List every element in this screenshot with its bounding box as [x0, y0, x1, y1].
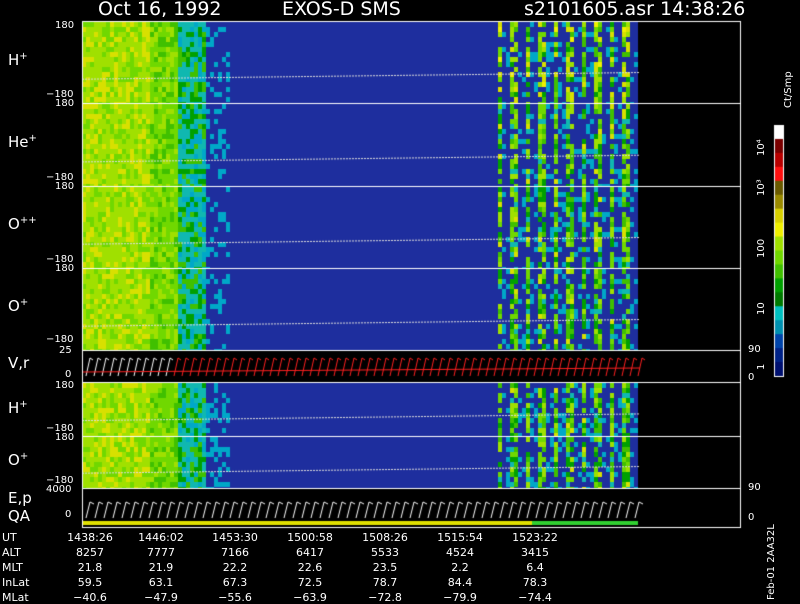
ephemeris-value: 7777	[147, 546, 175, 559]
ephemeris-value: 2.2	[451, 561, 469, 574]
colorbar-label: 1	[756, 363, 767, 370]
tick-label: 180	[55, 380, 75, 391]
ephemeris-label-alt: ALT	[2, 546, 21, 559]
ephemeris-value: −55.6	[218, 591, 252, 604]
tick-label: 0	[65, 369, 72, 380]
panel-label-h-plus: H+	[8, 51, 28, 69]
tick-label: 180	[55, 20, 75, 31]
header-time: 14:38:26	[660, 0, 746, 20]
ephemeris-value: −74.4	[518, 591, 552, 604]
right-tick-label: 90	[748, 344, 761, 355]
ephemeris-label-ut: UT	[2, 531, 17, 544]
colorbar-label: 10⁴	[756, 139, 767, 156]
tick-label: 25	[59, 345, 72, 356]
ephemeris-value: 1508:26	[362, 531, 408, 544]
ephemeris-label-mlat: MLat	[2, 591, 29, 604]
colorbar-unit: Ct/Smp	[783, 71, 794, 108]
ephemeris-value: 23.5	[372, 561, 398, 574]
ephemeris-value: 21.8	[77, 561, 103, 574]
panel-label-o-plusplus: O++	[8, 215, 37, 233]
ephemeris-value: 1446:02	[138, 531, 184, 544]
colorbar-label: 10³	[756, 179, 767, 196]
ephemeris-value: −63.9	[293, 591, 327, 604]
panel-label-o-plus-2: O+	[8, 451, 29, 469]
ephemeris-value: 63.1	[148, 576, 174, 589]
tick-label: 180	[55, 98, 75, 109]
ephemeris-value: 8257	[76, 546, 104, 559]
panel-label-qa: QA	[8, 507, 31, 525]
ephemeris-value: 4524	[446, 546, 474, 559]
ephemeris-value: 1500:58	[287, 531, 333, 544]
header-file: s2101605.asr	[524, 0, 654, 20]
ephemeris-value: 78.3	[522, 576, 548, 589]
ephemeris-value: 22.2	[222, 561, 248, 574]
ephemeris-value: −47.9	[144, 591, 178, 604]
ephemeris-label-mlt: MLT	[2, 561, 23, 574]
spectrogram-canvas	[0, 0, 800, 600]
ephemeris-value: 1515:54	[437, 531, 483, 544]
panel-label-vr: V,r	[8, 354, 30, 372]
ephemeris-value: 5533	[371, 546, 399, 559]
tick-label: 180	[55, 432, 75, 443]
ephemeris-value: 6417	[296, 546, 324, 559]
right-tick-label: 0	[748, 372, 755, 383]
ephemeris-value: 1453:30	[212, 531, 258, 544]
ephemeris-value: 1438:26	[67, 531, 113, 544]
ephemeris-label-inlat: InLat	[2, 576, 30, 589]
panel-label-h-plus-2: H+	[8, 399, 28, 417]
ephemeris-value: 22.6	[297, 561, 323, 574]
ephemeris-value: −72.8	[368, 591, 402, 604]
tick-label: 180	[55, 181, 75, 192]
ephemeris-value: 3415	[521, 546, 549, 559]
ephemeris-value: 59.5	[77, 576, 103, 589]
tick-label: 180	[55, 263, 75, 274]
ephemeris-value: 78.7	[372, 576, 398, 589]
ephemeris-value: 84.4	[447, 576, 473, 589]
right-tick-label: 90	[748, 482, 761, 493]
tick-label: −180	[46, 334, 74, 345]
ephemeris-value: −79.9	[443, 591, 477, 604]
ephemeris-value: 21.9	[148, 561, 174, 574]
ephemeris-value: 6.4	[526, 561, 544, 574]
spectrogram-figure: Oct 16, 1992 EXOS-D SMS s2101605.asr 14:…	[0, 0, 800, 604]
right-tick-label: 0	[748, 512, 755, 523]
header-date: Oct 16, 1992	[98, 0, 222, 20]
ephemeris-value: 7166	[221, 546, 249, 559]
ephemeris-value: 1523:22	[512, 531, 558, 544]
panel-label-ep: E,p	[8, 489, 32, 507]
panel-label-o-plus: O+	[8, 297, 29, 315]
tick-label: 4000	[46, 484, 72, 495]
ephemeris-value: 67.3	[222, 576, 248, 589]
ephemeris-value: −40.6	[73, 591, 107, 604]
tick-label: 0	[65, 509, 72, 520]
colorbar-label: 10	[756, 302, 767, 315]
ephemeris-value: 72.5	[297, 576, 323, 589]
header-instrument: EXOS-D SMS	[282, 0, 401, 20]
colorbar-label: 100	[756, 238, 767, 258]
panel-label-he-plus: He+	[8, 133, 37, 151]
footer-code: Feb-01 2AA32L	[766, 524, 777, 600]
